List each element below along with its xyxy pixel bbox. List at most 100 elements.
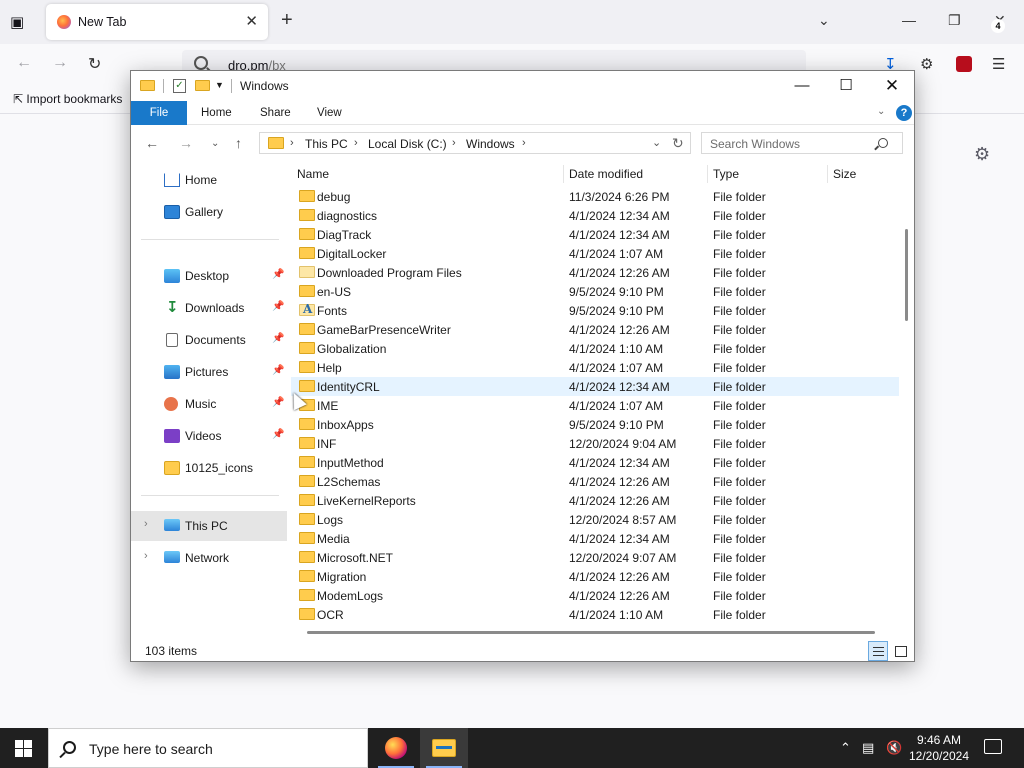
nav-item-pictures[interactable]: Pictures 📌 xyxy=(131,357,287,387)
maximize-button[interactable]: ☐ xyxy=(823,71,869,101)
nav-item-10125-icons[interactable]: 10125_icons xyxy=(131,453,287,483)
browser-minimize-button[interactable]: — xyxy=(902,12,916,28)
quick-access-dropdown-icon[interactable]: ▼ xyxy=(215,80,224,90)
recent-locations-chevron-icon[interactable]: ⌄ xyxy=(211,138,219,149)
ublock-origin-icon[interactable] xyxy=(956,56,972,72)
table-row[interactable]: GameBarPresenceWriter 4/1/2024 12:26 AM Fi… xyxy=(291,320,899,339)
expand-chevron-icon[interactable]: › xyxy=(144,550,148,562)
nav-item-home[interactable]: Home xyxy=(131,165,287,195)
browser-reload-icon[interactable]: ↻ xyxy=(88,54,101,74)
vertical-scrollbar[interactable] xyxy=(902,161,914,629)
table-row[interactable]: Media 4/1/2024 12:34 AM File folder xyxy=(291,529,899,548)
tab-overflow-chevron-icon[interactable]: ⌄ xyxy=(818,12,830,29)
breadcrumb-chevron-icon[interactable]: › xyxy=(522,137,526,149)
table-row[interactable]: debug 11/3/2024 6:26 PM File folder xyxy=(291,187,899,206)
column-header-date[interactable]: Date modified xyxy=(569,167,643,181)
table-row[interactable]: ModemLogs 4/1/2024 12:26 AM File folder xyxy=(291,586,899,605)
browser-forward-icon[interactable]: → xyxy=(52,54,68,72)
address-bar[interactable]: › This PC › Local Disk (C:) › Windows › … xyxy=(259,132,691,154)
pin-icon[interactable]: 📌 xyxy=(272,269,284,280)
list-all-tabs-icon[interactable]: ▣ xyxy=(10,13,28,31)
new-tab-button[interactable]: + xyxy=(281,10,293,30)
details-view-button[interactable] xyxy=(868,641,888,661)
clock[interactable]: 9:46 AM 12/20/2024 xyxy=(908,732,970,764)
close-button[interactable]: ✕ xyxy=(869,71,915,101)
pin-icon[interactable]: 📌 xyxy=(272,429,284,440)
table-row[interactable]: Logs 12/20/2024 8:57 AM File folder xyxy=(291,510,899,529)
nav-item-downloads[interactable]: ↧ Downloads 📌 xyxy=(131,293,287,323)
back-arrow-icon[interactable]: ← xyxy=(145,135,159,151)
minimize-button[interactable]: — xyxy=(779,71,825,101)
column-header-size[interactable]: Size xyxy=(833,167,856,181)
help-icon[interactable]: ? xyxy=(896,105,912,121)
table-row[interactable]: IME 4/1/2024 1:07 AM File folder xyxy=(291,396,899,415)
table-row[interactable]: Migration 4/1/2024 12:26 AM File folder xyxy=(291,567,899,586)
nav-item-network[interactable]: › Network xyxy=(131,543,287,573)
nav-item-gallery[interactable]: Gallery xyxy=(131,197,287,227)
column-separator[interactable] xyxy=(563,165,564,183)
extensions-icon[interactable]: ⚙ xyxy=(920,55,933,73)
tab-file[interactable]: File xyxy=(131,101,187,125)
tab-view[interactable]: View xyxy=(317,101,342,125)
table-row[interactable]: Microsoft.NET 12/20/2024 9:07 AM File fold… xyxy=(291,548,899,567)
horizontal-scroll-thumb[interactable] xyxy=(307,631,875,634)
column-separator[interactable] xyxy=(827,165,828,183)
up-arrow-icon[interactable]: ↑ xyxy=(235,135,242,151)
expand-chevron-icon[interactable]: › xyxy=(144,518,148,530)
nav-item-this-pc[interactable]: › This PC xyxy=(131,511,287,541)
tab-home[interactable]: Home xyxy=(201,101,232,125)
column-header-name[interactable]: Name xyxy=(297,167,329,181)
horizontal-scrollbar[interactable] xyxy=(291,627,899,639)
pin-icon[interactable]: 📌 xyxy=(272,365,284,376)
new-folder-icon[interactable] xyxy=(195,80,210,91)
pin-icon[interactable]: 📌 xyxy=(272,301,284,312)
network-tray-icon[interactable]: ▤ xyxy=(862,740,874,756)
import-bookmarks-link[interactable]: ⇱ Import bookmarks xyxy=(13,92,122,106)
refresh-icon[interactable]: ↻ xyxy=(672,135,684,152)
browser-back-icon[interactable]: ← xyxy=(16,54,32,72)
pin-icon[interactable]: 📌 xyxy=(272,333,284,344)
browser-tab[interactable]: New Tab ✕ xyxy=(46,4,268,40)
nav-item-videos[interactable]: Videos 📌 xyxy=(131,421,287,451)
nav-item-documents[interactable]: Documents 📌 xyxy=(131,325,287,355)
breadcrumb-chevron-icon[interactable]: › xyxy=(354,137,358,149)
table-row[interactable]: InboxApps 9/5/2024 9:10 PM File folder xyxy=(291,415,899,434)
taskbar-file-explorer-button[interactable] xyxy=(420,728,468,768)
table-row[interactable]: Downloaded Program Files 4/1/2024 12:26 A… xyxy=(291,263,899,282)
breadcrumb-chevron-icon[interactable]: › xyxy=(452,137,456,149)
explorer-title-bar[interactable]: ✓ ▼ Windows — ☐ ✕ xyxy=(131,71,914,101)
volume-muted-icon[interactable]: 🔇 xyxy=(886,740,902,756)
tab-share[interactable]: Share xyxy=(260,101,291,125)
table-row[interactable]: diagnostics 4/1/2024 12:34 AM File folder xyxy=(291,206,899,225)
breadcrumb-windows[interactable]: Windows xyxy=(466,137,515,151)
browser-restore-button[interactable]: ❐ xyxy=(948,12,961,29)
search-box[interactable]: Search Windows xyxy=(701,132,903,154)
ribbon-expand-chevron-icon[interactable]: ⌄ xyxy=(877,106,885,117)
table-row[interactable]: Fonts 9/5/2024 9:10 PM File folder xyxy=(291,301,899,320)
nav-item-music[interactable]: Music 📌 xyxy=(131,389,287,419)
table-row[interactable]: en-US 9/5/2024 9:10 PM File folder xyxy=(291,282,899,301)
forward-arrow-icon[interactable]: → xyxy=(179,135,193,151)
pin-icon[interactable]: 📌 xyxy=(272,397,284,408)
table-row[interactable]: DigitalLocker 4/1/2024 1:07 AM File folder xyxy=(291,244,899,263)
app-menu-icon[interactable]: ☰ xyxy=(992,55,1005,73)
table-row[interactable]: OCR 4/1/2024 1:10 AM File folder xyxy=(291,605,899,624)
close-tab-icon[interactable]: ✕ xyxy=(245,12,258,30)
nav-item-desktop[interactable]: Desktop 📌 xyxy=(131,261,287,291)
breadcrumb-chevron-icon[interactable]: › xyxy=(290,137,294,149)
address-dropdown-icon[interactable]: ⌄ xyxy=(652,136,661,149)
table-row[interactable]: LiveKernelReports 4/1/2024 12:26 AM File f… xyxy=(291,491,899,510)
column-header-type[interactable]: Type xyxy=(713,167,739,181)
breadcrumb-this-pc[interactable]: This PC xyxy=(305,137,348,151)
table-row[interactable]: Globalization 4/1/2024 1:10 AM File folder xyxy=(291,339,899,358)
table-row[interactable]: InputMethod 4/1/2024 12:34 AM File folder xyxy=(291,453,899,472)
start-button[interactable] xyxy=(15,740,32,757)
table-row[interactable]: INF 12/20/2024 9:04 AM File folder xyxy=(291,434,899,453)
table-row[interactable]: IdentityCRL 4/1/2024 12:34 AM File folder xyxy=(291,377,899,396)
breadcrumb-local-disk[interactable]: Local Disk (C:) xyxy=(368,137,447,151)
taskbar-firefox-button[interactable] xyxy=(372,728,420,768)
vertical-scroll-thumb[interactable] xyxy=(905,229,908,321)
column-separator[interactable] xyxy=(707,165,708,183)
settings-gear-icon[interactable]: ⚙ xyxy=(974,144,990,165)
large-icons-view-button[interactable] xyxy=(890,641,910,661)
